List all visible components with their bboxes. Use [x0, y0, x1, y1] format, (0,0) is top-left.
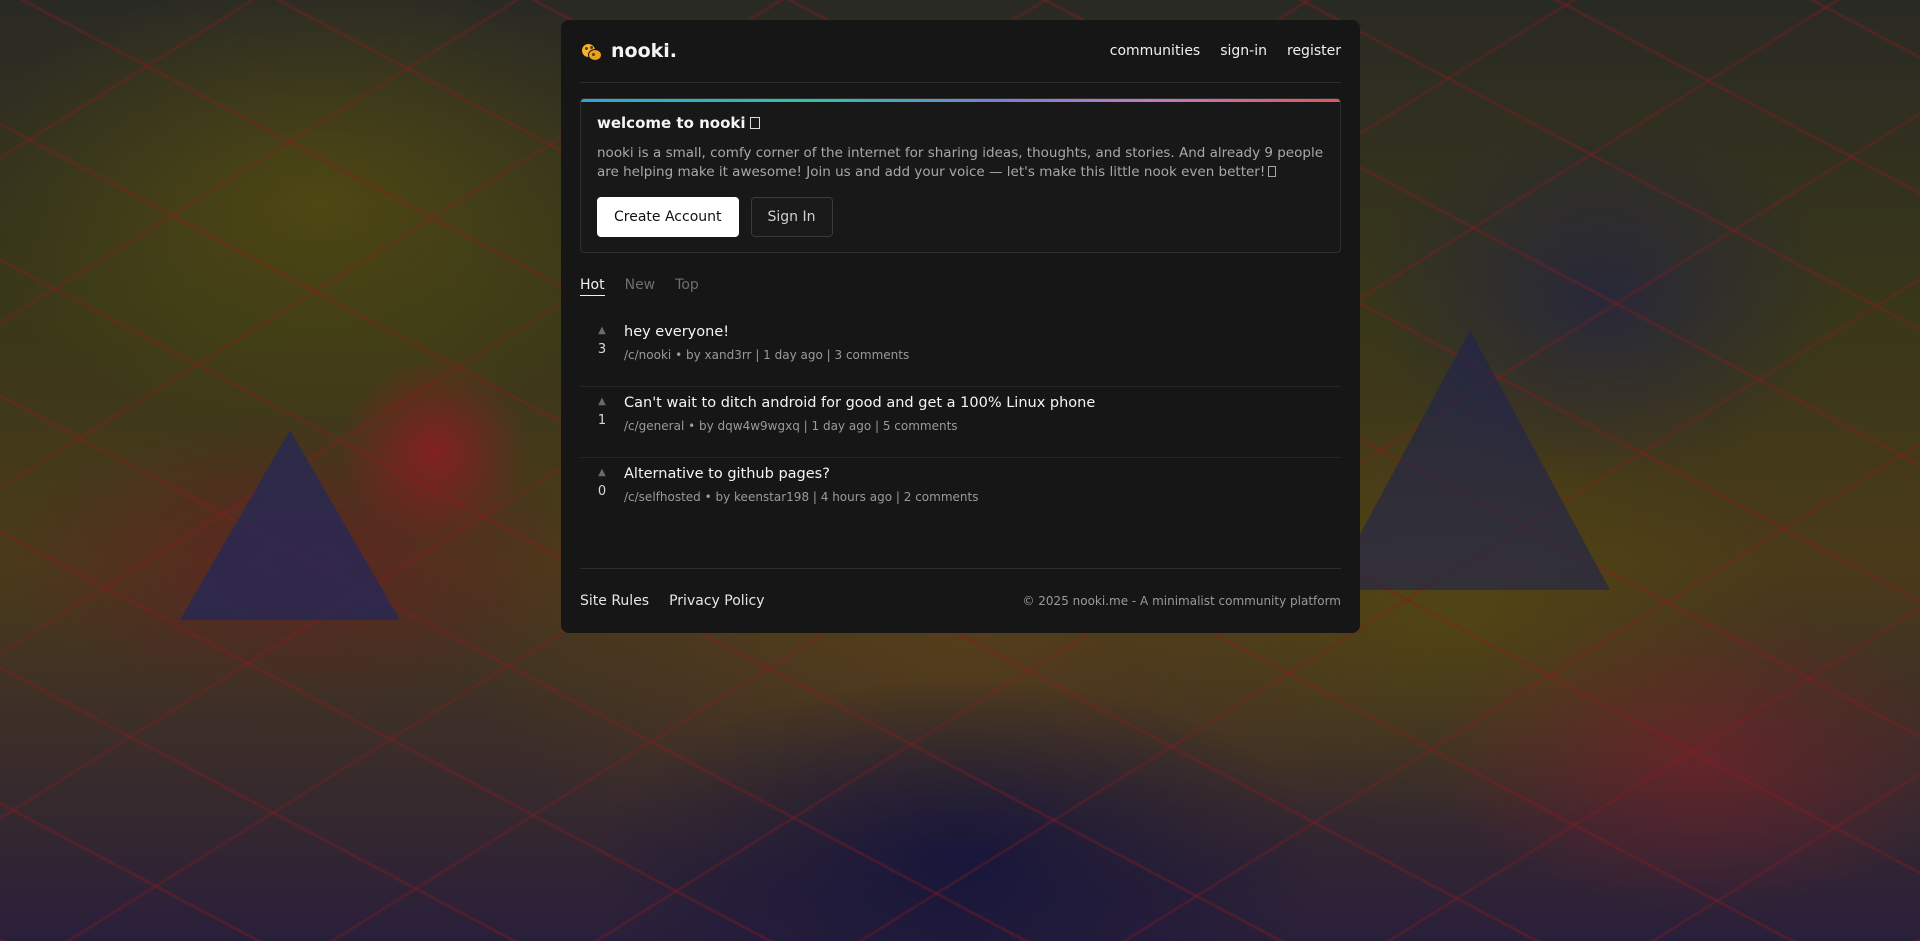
main-panel: nooki. communities sign-in register welc… [561, 20, 1360, 633]
site-rules-link[interactable]: Site Rules [580, 593, 649, 609]
vote-count: 1 [597, 413, 607, 428]
vote-count: 3 [597, 342, 607, 357]
site-footer: Site Rules Privacy Policy © 2025 nooki.m… [580, 568, 1341, 633]
triangle-up-icon[interactable]: ▲ [598, 324, 606, 338]
sort-tabs: Hot New Top [580, 277, 1341, 296]
missing-glyph-icon [1268, 166, 1277, 177]
post-body: Alternative to github pages? /c/selfhost… [624, 466, 978, 529]
tab-new[interactable]: New [625, 277, 656, 296]
post-author-link[interactable]: by xand3rr [686, 348, 752, 362]
post-title[interactable]: Can't wait to ditch android for good and… [624, 395, 1095, 411]
welcome-actions: Create Account Sign In [597, 197, 1324, 237]
privacy-policy-link[interactable]: Privacy Policy [669, 593, 764, 609]
footer-links: Site Rules Privacy Policy [580, 593, 765, 609]
sign-in-button[interactable]: Sign In [750, 197, 833, 237]
post-time: 1 day ago [763, 348, 823, 362]
nav-register[interactable]: register [1287, 43, 1341, 59]
post-meta: /c/selfhosted • by keenstar198 | 4 hours… [624, 490, 979, 504]
post-community-link[interactable]: /c/general [624, 419, 684, 433]
list-item: ▲ 0 Alternative to github pages? /c/self… [580, 458, 1341, 529]
welcome-text: nooki is a small, comfy corner of the in… [597, 145, 1324, 180]
post-author-link[interactable]: by dqw4w9wgxq [699, 419, 800, 433]
tab-hot[interactable]: Hot [580, 277, 605, 296]
post-meta: /c/general • by dqw4w9wgxq | 1 day ago |… [624, 419, 958, 433]
post-list: ▲ 3 hey everyone! /c/nooki • by xand3rr … [580, 316, 1341, 529]
triangle-up-icon[interactable]: ▲ [598, 466, 606, 480]
list-item: ▲ 1 Can't wait to ditch android for good… [580, 387, 1341, 458]
post-comments-link[interactable]: 5 comments [883, 419, 958, 433]
post-time: 4 hours ago [820, 490, 893, 504]
post-comments-link[interactable]: 2 comments [904, 490, 979, 504]
post-time: 1 day ago [811, 419, 872, 433]
post-body: Can't wait to ditch android for good and… [624, 395, 1095, 457]
vote-box: ▲ 1 [580, 395, 624, 457]
top-nav: communities sign-in register [1110, 43, 1341, 59]
post-comments-link[interactable]: 3 comments [835, 348, 910, 362]
nav-communities[interactable]: communities [1110, 43, 1200, 59]
missing-glyph-icon [749, 117, 760, 129]
list-item: ▲ 3 hey everyone! /c/nooki • by xand3rr … [580, 316, 1341, 387]
welcome-title: welcome to nooki [597, 114, 1324, 132]
create-account-button[interactable]: Create Account [597, 197, 739, 237]
post-community-link[interactable]: /c/nooki [624, 348, 671, 362]
cookie-icon [580, 40, 602, 62]
post-community-link[interactable]: /c/selfhosted [624, 490, 701, 504]
background-pyramid-right [1330, 330, 1610, 590]
vote-box: ▲ 0 [580, 466, 624, 529]
post-meta: /c/nooki • by xand3rr | 1 day ago | 3 co… [624, 348, 910, 362]
welcome-card: welcome to nooki nooki is a small, comfy… [580, 98, 1341, 253]
triangle-up-icon[interactable]: ▲ [598, 395, 606, 409]
nav-sign-in[interactable]: sign-in [1220, 43, 1267, 59]
brand-name: nooki. [611, 40, 677, 62]
vote-box: ▲ 3 [580, 324, 624, 386]
post-body: hey everyone! /c/nooki • by xand3rr | 1 … [624, 324, 909, 386]
brand-link[interactable]: nooki. [580, 40, 677, 62]
copyright-text: © 2025 nooki.me - A minimalist community… [1022, 594, 1341, 608]
post-title[interactable]: hey everyone! [624, 324, 909, 340]
tab-top[interactable]: Top [675, 277, 699, 296]
site-header: nooki. communities sign-in register [580, 20, 1341, 83]
post-title[interactable]: Alternative to github pages? [624, 466, 978, 482]
vote-count: 0 [597, 484, 607, 499]
background-pyramid-left [180, 430, 400, 620]
post-author-link[interactable]: by keenstar198 [716, 490, 810, 504]
accent-gradient-bar [581, 99, 1340, 102]
